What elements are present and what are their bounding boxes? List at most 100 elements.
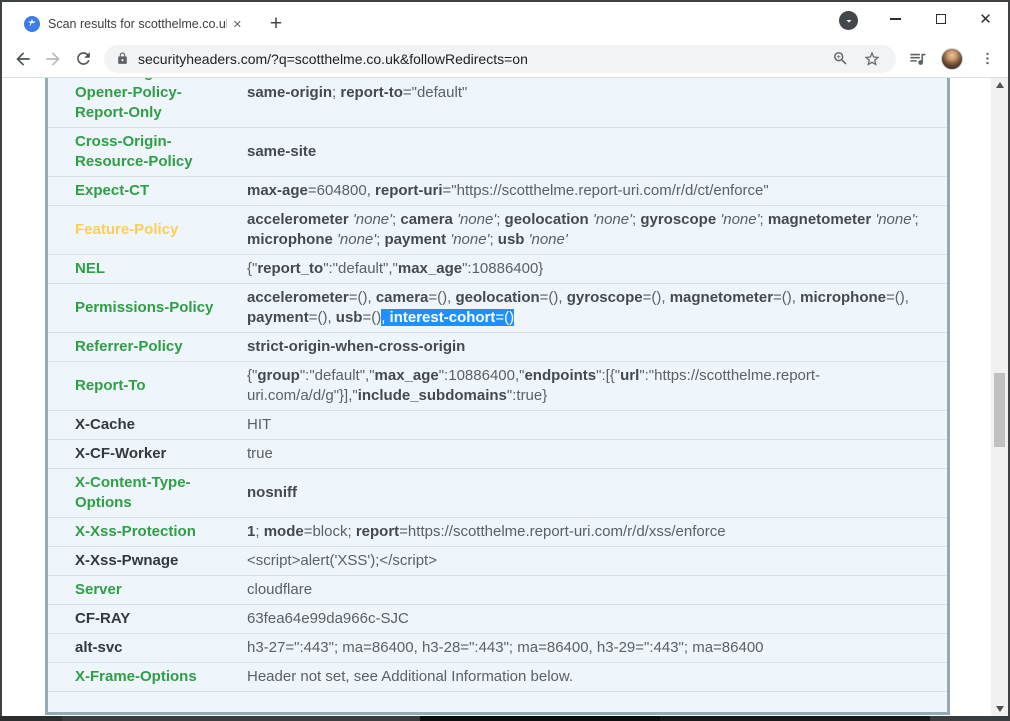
securityheaders-favicon-icon: ★ [24, 16, 40, 32]
header-value: h3-27=":443"; ma=86400, h3-28=":443"; ma… [247, 633, 947, 663]
table-row: X-Xss-Pwnage <script>alert('XSS');</scrip… [48, 546, 947, 576]
profile-avatar[interactable] [941, 47, 963, 70]
header-name: Report-To [48, 361, 247, 411]
tab-title: Scan results for scotthelme.co.uk [48, 17, 227, 31]
back-button[interactable] [8, 44, 38, 74]
browser-menu-button[interactable] [972, 44, 1002, 74]
forward-button[interactable] [38, 44, 68, 74]
table-row: X-Content-Type- Options nosniff [48, 468, 947, 518]
table-row: X-Frame-Options Header not set, see Addit… [48, 662, 947, 692]
header-name: Cross-Origin- Opener-Policy- Report-Only [75, 78, 182, 121]
header-value: 63fea64e99da966c-SJC [247, 604, 947, 634]
header-value: strict-origin-when-cross-origin [247, 332, 947, 362]
header-value: accelerometer=(), camera=(), geolocation… [247, 283, 947, 333]
scroll-up-button[interactable] [991, 78, 1008, 92]
tab-close-icon[interactable]: ✕ [233, 18, 242, 31]
scroll-down-button[interactable] [991, 702, 1008, 716]
header-name: Permissions-Policy [48, 283, 247, 333]
header-name: Referrer-Policy [48, 332, 247, 362]
header-value: <script>alert('XSS');</script> [247, 546, 947, 576]
table-row: alt-svc h3-27=":443"; ma=86400, h3-28=":4… [48, 633, 947, 663]
media-playlist-icon [909, 53, 925, 65]
table-row: Server cloudflare [48, 575, 947, 605]
maximize-icon [935, 14, 946, 24]
title-bar: ★ Scan results for scotthelme.co.uk ✕ + … [2, 2, 1008, 40]
reload-button[interactable] [68, 44, 98, 74]
header-name: X-Cache [48, 410, 247, 440]
header-name: X-Xss-Pwnage [48, 546, 247, 576]
taskbar-segment [0, 716, 62, 721]
taskbar-segment [660, 716, 930, 721]
header-name: Feature-Policy [48, 205, 247, 255]
header-value: nosniff [247, 468, 947, 518]
browser-tab[interactable]: ★ Scan results for scotthelme.co.uk ✕ [14, 8, 250, 40]
header-value: {"report_to":"default","max_age":1088640… [247, 254, 947, 284]
header-value: same-origin; report-to="default" [247, 84, 468, 101]
selection-highlight: , [381, 309, 390, 326]
raw-headers-table: Cross-Origin- Opener-Policy- Report-Only… [48, 78, 947, 692]
header-value: 1; mode=block; report=https://scotthelme… [247, 517, 947, 547]
browser-toolbar: securityheaders.com/?q=scotthelme.co.uk&… [2, 40, 1008, 78]
header-name: X-Frame-Options [48, 662, 247, 692]
header-name: NEL [48, 254, 247, 284]
header-name: X-Xss-Protection [48, 517, 247, 547]
bookmark-button[interactable] [860, 47, 884, 71]
header-name: X-Content-Type- Options [48, 468, 247, 518]
lock-icon [118, 52, 127, 64]
three-dot-menu-icon [985, 52, 989, 65]
header-value: accelerometer 'none'; camera 'none'; geo… [247, 205, 947, 255]
table-row: Expect-CT max-age=604800, report-uri="htt… [48, 176, 947, 206]
browser-window: ★ Scan results for scotthelme.co.uk ✕ + … [0, 0, 1010, 716]
minimize-icon [890, 18, 901, 20]
vertical-scrollbar[interactable] [991, 78, 1008, 716]
header-name: alt-svc [48, 633, 247, 663]
table-row: NEL {"report_to":"default","max_age":1088… [48, 254, 947, 284]
taskbar-segment [420, 716, 660, 721]
selection-highlight: =() [495, 309, 515, 326]
header-value: same-site [247, 127, 947, 177]
table-row: X-Cache HIT [48, 410, 947, 440]
maximize-button[interactable] [918, 2, 963, 36]
scroll-down-icon [995, 706, 1004, 712]
back-arrow-icon [16, 51, 30, 66]
reload-icon [76, 52, 90, 65]
minimize-button[interactable] [873, 2, 918, 36]
table-row: X-Xss-Protection 1; mode=block; report=ht… [48, 517, 947, 547]
page-content: Cross-Origin- Opener-Policy- Report-Only… [2, 78, 1008, 716]
header-value: {"group":"default","max_age":10886400,"e… [247, 361, 947, 411]
table-row: Feature-Policy accelerometer 'none'; came… [48, 205, 947, 255]
header-name: CF-RAY [48, 604, 247, 634]
header-value: cloudflare [247, 575, 947, 605]
media-controls-button[interactable] [902, 44, 932, 74]
window-controls: ✕ [873, 2, 1008, 36]
zoom-button[interactable] [828, 47, 852, 71]
new-tab-button[interactable]: + [262, 10, 290, 38]
taskbar-strip [0, 716, 1010, 721]
header-name: Expect-CT [48, 176, 247, 206]
close-window-button[interactable]: ✕ [963, 2, 1008, 36]
table-row: X-CF-Worker true [48, 439, 947, 469]
table-row: CF-RAY 63fea64e99da966c-SJC [48, 604, 947, 634]
table-row: Report-To {"group":"default","max_age":10… [48, 361, 947, 411]
table-row: Cross-Origin- Resource-Policy same-site [48, 127, 947, 177]
header-name: Server [48, 575, 247, 605]
scroll-up-icon [995, 82, 1004, 88]
table-row: Cross-Origin- Opener-Policy- Report-Only… [48, 78, 947, 128]
chevron-down-icon [846, 19, 851, 22]
forward-arrow-icon [46, 51, 60, 66]
tab-search-button[interactable] [839, 11, 858, 30]
table-row: Permissions-Policy accelerometer=(), came… [48, 283, 947, 333]
header-name: X-CF-Worker [48, 439, 247, 469]
url-text[interactable]: securityheaders.com/?q=scotthelme.co.uk&… [138, 51, 820, 67]
table-row: Referrer-Policy strict-origin-when-cross-… [48, 332, 947, 362]
header-value: max-age=604800, report-uri="https://scot… [247, 176, 947, 206]
selection-highlight: interest-cohort [389, 309, 496, 326]
header-value: HIT [247, 410, 947, 440]
scrollbar-thumb[interactable] [994, 373, 1005, 447]
header-name: Cross-Origin- Resource-Policy [48, 127, 247, 177]
header-value: true [247, 439, 947, 469]
headers-table-panel: Cross-Origin- Opener-Policy- Report-Only… [45, 78, 950, 715]
address-bar[interactable]: securityheaders.com/?q=scotthelme.co.uk&… [104, 44, 896, 73]
header-value: Header not set, see Additional Informati… [247, 662, 947, 692]
zoom-in-icon [833, 52, 847, 65]
